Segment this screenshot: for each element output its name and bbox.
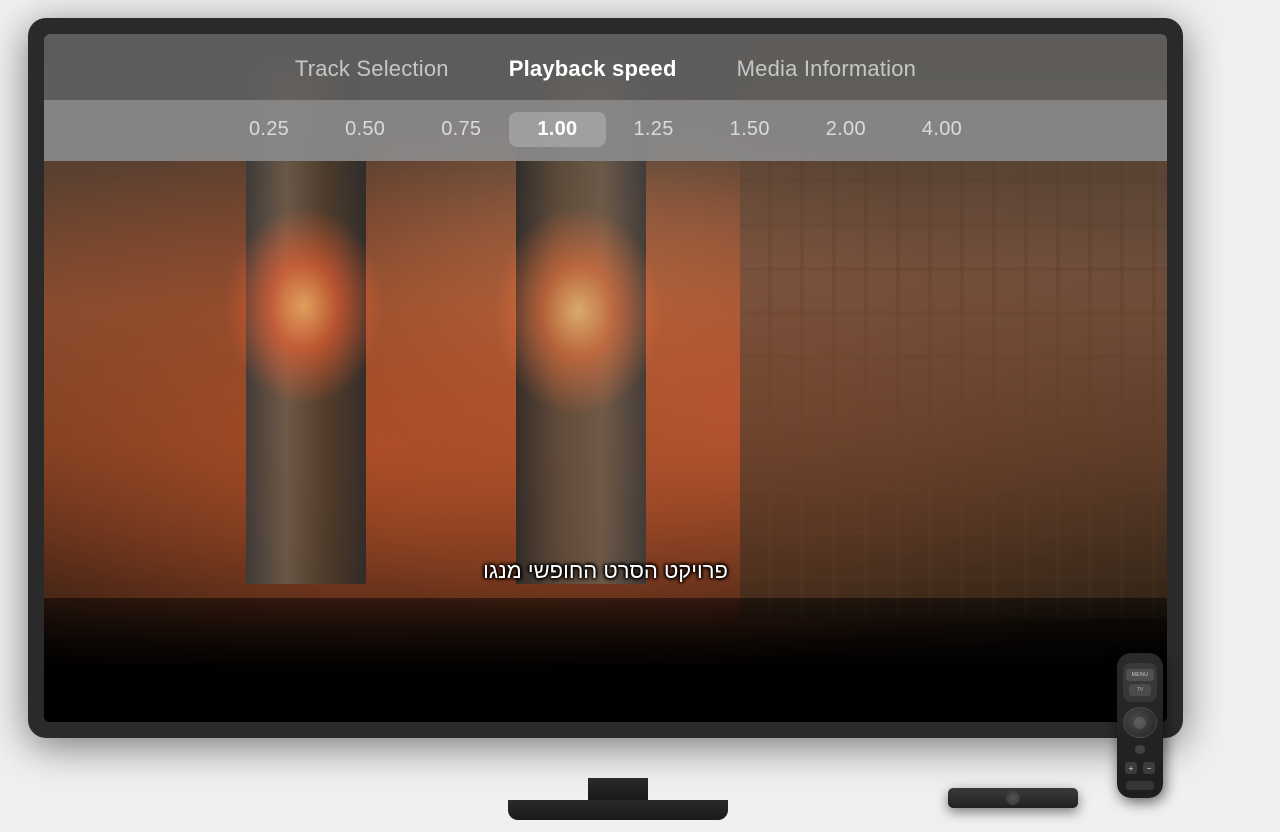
remote-menu-button[interactable]: MENU: [1126, 669, 1154, 681]
speed-2-00[interactable]: 2.00: [798, 112, 894, 147]
apple-tv-logo: [1006, 791, 1020, 805]
stand-base: [508, 800, 728, 820]
remote-mic-button[interactable]: [1135, 745, 1145, 754]
speed-1-50[interactable]: 1.50: [702, 112, 798, 147]
tv-screen: פרויקט הסרט החופשי מנגו Track Selection …: [44, 34, 1167, 722]
tab-bar: Track Selection Playback speed Media Inf…: [44, 34, 1167, 100]
tv-wrapper: פרויקט הסרט החופשי מנגו Track Selection …: [28, 18, 1208, 778]
tv-body: פרויקט הסרט החופשי מנגו Track Selection …: [28, 18, 1183, 738]
tab-media-information[interactable]: Media Information: [737, 56, 917, 82]
speed-bar: 0.25 0.50 0.75 1.00 1.25 1.50 2.00 4.00: [44, 100, 1167, 161]
speed-0-25[interactable]: 0.25: [221, 112, 317, 147]
dark-bar: [44, 598, 1167, 722]
speed-0-50[interactable]: 0.50: [317, 112, 413, 147]
apple-tv-device: [948, 788, 1078, 808]
remote-play-pause-button[interactable]: [1126, 781, 1154, 790]
remote-menu-label: MENU: [1132, 672, 1149, 678]
apple-tv-remote: MENU TV + −: [1117, 653, 1163, 798]
remote-volume-down-icon: −: [1147, 764, 1152, 773]
remote-tv-button[interactable]: TV: [1129, 684, 1151, 696]
remote-volume-down[interactable]: −: [1143, 762, 1155, 774]
remote-top-area: MENU TV: [1123, 663, 1157, 702]
speed-4-00[interactable]: 4.00: [894, 112, 990, 147]
tv-stand: [508, 778, 728, 820]
remote-trackpad-center: [1134, 717, 1146, 729]
pipe-glow-right: [493, 206, 663, 416]
tab-playback-speed[interactable]: Playback speed: [509, 56, 677, 82]
speed-1-25[interactable]: 1.25: [606, 112, 702, 147]
speed-0-75[interactable]: 0.75: [413, 112, 509, 147]
remote-tv-label: TV: [1137, 687, 1143, 693]
subtitle-text: פרויקט הסרט החופשי מנגו: [483, 558, 728, 584]
overlay-panel: Track Selection Playback speed Media Inf…: [44, 34, 1167, 161]
remote-volume-up[interactable]: +: [1125, 762, 1137, 774]
speed-1-00[interactable]: 1.00: [509, 112, 605, 147]
stand-neck: [588, 778, 648, 800]
pipe-glow-left: [224, 206, 384, 406]
remote-volume-area: + −: [1125, 762, 1155, 774]
remote-trackpad[interactable]: [1123, 707, 1157, 738]
tab-track-selection[interactable]: Track Selection: [295, 56, 449, 82]
remote-volume-up-icon: +: [1129, 764, 1134, 773]
